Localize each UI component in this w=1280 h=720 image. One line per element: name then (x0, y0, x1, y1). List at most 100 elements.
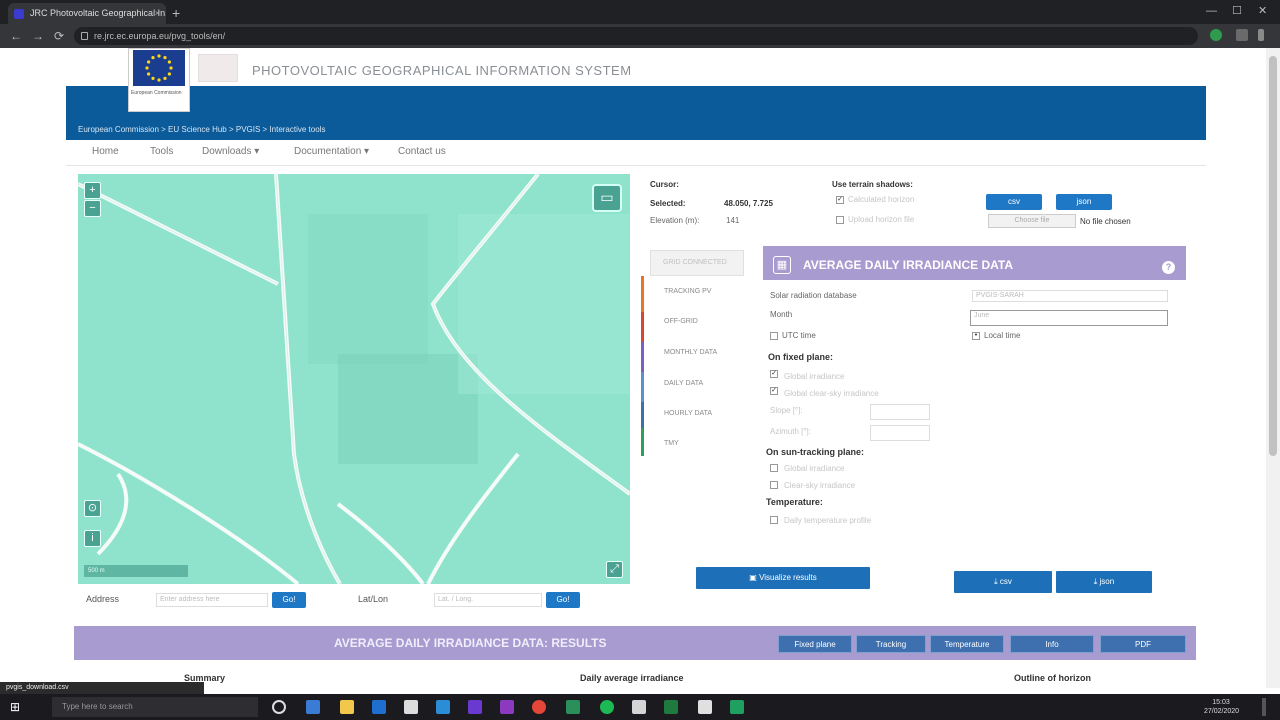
address-input[interactable]: Enter address here (156, 593, 268, 607)
panel-header: ▦ AVERAGE DAILY IRRADIANCE DATA (763, 246, 1186, 280)
azimuth-input[interactable] (870, 425, 930, 441)
store-icon[interactable] (404, 700, 418, 714)
json-download-button[interactable]: ⤓ json (1056, 571, 1152, 593)
tab-tracking[interactable]: TRACKING PV (664, 288, 711, 295)
tracking-clear-checkbox[interactable] (770, 481, 778, 489)
address-bar[interactable]: re.jrc.ec.europa.eu/pvg_tools/en/ (74, 27, 1198, 45)
locate-icon[interactable]: ⊙ (84, 500, 101, 517)
folder-icon[interactable] (340, 700, 354, 714)
maximize-button[interactable]: ☐ (1232, 0, 1242, 22)
latlon-input[interactable]: Lat. / Long. (434, 593, 542, 607)
horizon-json-button[interactable]: json (1056, 194, 1112, 210)
browser-tab[interactable]: JRC Photovoltaic Geographical In... × (8, 3, 166, 24)
app-icon[interactable] (468, 700, 482, 714)
choose-file-button[interactable]: Choose file (988, 214, 1076, 228)
temperature-heading: Temperature: (766, 497, 823, 507)
latlon-go-button[interactable]: Go! (546, 592, 580, 608)
forward-button[interactable]: → (32, 26, 44, 46)
close-window-button[interactable]: ✕ (1258, 0, 1267, 22)
menu-icon[interactable] (1258, 29, 1264, 41)
tab-daily[interactable]: DAILY DATA (664, 380, 703, 387)
excel-icon[interactable] (664, 700, 678, 714)
info-icon[interactable]: i (84, 530, 101, 547)
global-irradiance-checkbox[interactable]: ✓ (770, 370, 778, 378)
site-title: PHOTOVOLTAIC GEOGRAPHICAL INFORMATION SY… (252, 63, 632, 78)
browser-tab-title: JRC Photovoltaic Geographical In... (30, 8, 166, 18)
scrollbar-thumb[interactable] (1269, 56, 1277, 456)
tab-monthly[interactable]: MONTHLY DATA (664, 349, 717, 356)
windows-start-icon[interactable]: ⊞ (10, 700, 20, 714)
back-button[interactable]: ← (10, 26, 22, 46)
address-label: Address (86, 594, 120, 604)
month-select[interactable]: June (970, 310, 1168, 326)
extension-icon[interactable] (1210, 29, 1222, 41)
page-scrollbar[interactable] (1266, 48, 1280, 688)
nav-tools[interactable]: Tools (150, 146, 173, 157)
layers-icon[interactable]: ▭ (592, 184, 622, 212)
result-tab-fixed[interactable]: Fixed plane (778, 635, 852, 653)
chart-icon: ▣ (749, 573, 760, 582)
clock-date: 27/02/2020 (1204, 708, 1240, 715)
chrome-icon[interactable] (532, 700, 546, 714)
app-icon[interactable] (632, 700, 646, 714)
tab-grid-connected[interactable]: GRID CONNECTED (650, 250, 744, 276)
global-irradiance-label: Global irradiance (784, 372, 845, 381)
lock-icon (81, 32, 88, 40)
solar-db-select[interactable]: PVGIS-SARAH (972, 290, 1168, 302)
result-info-button[interactable]: Info (1010, 635, 1094, 653)
address-text: re.jrc.ec.europa.eu/pvg_tools/en/ (94, 31, 226, 41)
clear-sky-checkbox[interactable]: ✓ (770, 387, 778, 395)
result-tab-tracking[interactable]: Tracking (856, 635, 926, 653)
zoom-out-button[interactable]: − (84, 200, 101, 217)
upload-horizon-checkbox[interactable] (836, 216, 844, 224)
new-tab-button[interactable]: + (172, 3, 180, 24)
tab-tmy[interactable]: TMY (664, 440, 679, 447)
extension-icon[interactable] (1236, 29, 1248, 41)
app-icon[interactable] (730, 700, 744, 714)
tab-off-grid[interactable]: OFF-GRID (664, 318, 698, 325)
nav-documentation[interactable]: Documentation ▾ (294, 146, 369, 157)
app-icon[interactable] (500, 700, 514, 714)
visualize-results-button[interactable]: ▣ Visualize results (696, 567, 870, 589)
jrc-logo (198, 54, 238, 82)
utc-time-radio[interactable] (770, 332, 778, 340)
reload-button[interactable]: ⟳ (54, 26, 64, 46)
close-tab-icon[interactable]: × (155, 3, 160, 24)
horizon-csv-button[interactable]: csv (986, 194, 1042, 210)
map-roads (78, 174, 630, 584)
app-icon[interactable] (698, 700, 712, 714)
nav-downloads[interactable]: Downloads ▾ (202, 146, 259, 157)
minimize-button[interactable]: — (1206, 0, 1217, 22)
calculated-horizon-label: Calculated horizon (848, 195, 915, 204)
spotify-icon[interactable] (600, 700, 614, 714)
result-tab-temperature[interactable]: Temperature (930, 635, 1004, 653)
daily-temp-checkbox[interactable] (770, 516, 778, 524)
tracking-global-checkbox[interactable] (770, 464, 778, 472)
json-download-label: json (1099, 577, 1115, 586)
nav-contact[interactable]: Contact us (398, 146, 446, 157)
download-bar[interactable]: pvgis_download.csv (0, 682, 204, 694)
csv-download-button[interactable]: ⤓ csv (954, 571, 1052, 593)
show-desktop-button[interactable] (1262, 698, 1266, 716)
utc-time-label: UTC time (782, 331, 816, 340)
breadcrumb[interactable]: European Commission > EU Science Hub > P… (78, 125, 325, 134)
app-icon[interactable] (566, 700, 580, 714)
app-icon[interactable] (372, 700, 386, 714)
app-icon[interactable] (436, 700, 450, 714)
app-icon[interactable] (306, 700, 320, 714)
result-pdf-button[interactable]: PDF (1100, 635, 1186, 653)
taskbar-clock[interactable]: 15:03 27/02/2020 (1204, 698, 1240, 716)
fullscreen-icon[interactable]: ⤢ (606, 561, 623, 578)
help-icon[interactable]: ? (1162, 261, 1175, 274)
tab-hourly[interactable]: HOURLY DATA (664, 410, 712, 417)
task-view-icon[interactable] (272, 700, 286, 714)
local-time-radio[interactable]: • (972, 332, 980, 340)
map-view[interactable] (78, 174, 630, 584)
calculated-horizon-checkbox[interactable]: ✓ (836, 196, 844, 204)
zoom-in-button[interactable]: + (84, 182, 101, 199)
nav-home[interactable]: Home (92, 146, 119, 157)
taskbar-search[interactable]: Type here to search (52, 697, 258, 717)
address-go-button[interactable]: Go! (272, 592, 306, 608)
tab-color-stripe (641, 312, 644, 342)
slope-input[interactable] (870, 404, 930, 420)
